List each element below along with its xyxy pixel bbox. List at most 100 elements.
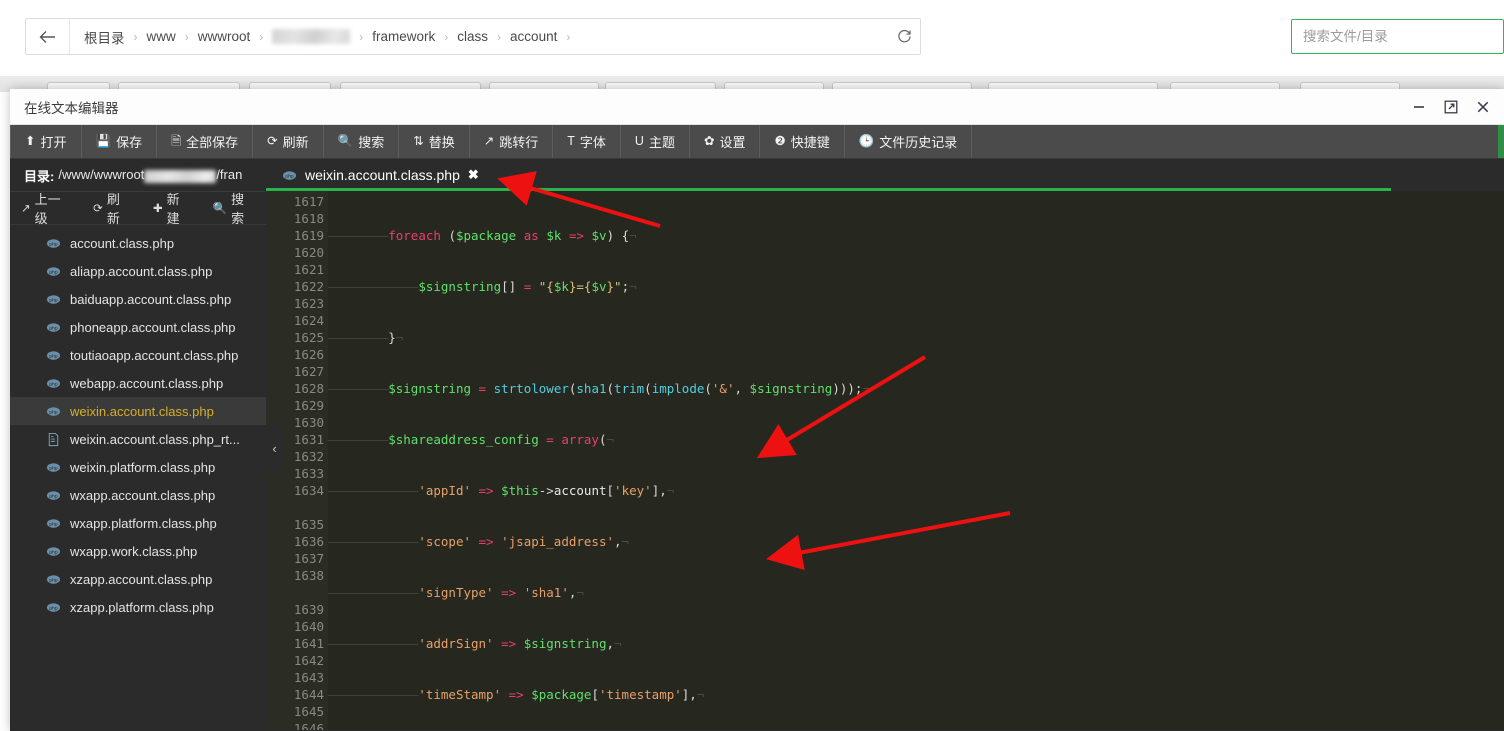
list-item[interactable]: php account.class.php	[10, 229, 266, 257]
toolbar-save-all-label: 全部保存	[186, 135, 239, 150]
file-name: baiduapp.account.class.php	[70, 291, 232, 307]
sidebar-new-button[interactable]: ✚ 新建	[142, 189, 202, 227]
toolbar-replace-label: 替换	[428, 135, 455, 150]
editor-tab-label: weixin.account.class.php	[305, 167, 460, 183]
chevron-left-icon[interactable]: ‹	[266, 424, 283, 472]
breadcrumb-item-wwwroot[interactable]: wwwroot	[196, 29, 253, 44]
file-list: php account.class.php php aliapp.account…	[10, 225, 266, 621]
list-item[interactable]: php webapp.account.class.php	[10, 369, 266, 397]
minimize-icon[interactable]	[1404, 92, 1434, 122]
toolbar-shortcuts-label: 快捷键	[790, 135, 830, 150]
toolbar-open-button[interactable]: ⬆ 打开	[10, 125, 82, 158]
code-area[interactable]: ‹ 1617 1618 1619 1620 1621 1622 1623 162…	[266, 191, 1504, 730]
search-input[interactable]	[1291, 19, 1504, 54]
help-icon: ❷	[774, 134, 786, 149]
breadcrumb-separator: ›	[184, 29, 189, 44]
expand-icon[interactable]	[1436, 92, 1466, 122]
editor-tab[interactable]: php weixin.account.class.php ✖	[266, 159, 493, 191]
line-number: 1642	[293, 653, 324, 668]
refresh-icon[interactable]	[889, 18, 921, 55]
breadcrumb-item-framework[interactable]: framework	[370, 29, 437, 44]
svg-text:php: php	[49, 577, 58, 583]
list-item[interactable]: php wxapp.account.class.php	[10, 481, 266, 509]
breadcrumb-item-root[interactable]: 根目录	[82, 27, 127, 47]
list-item[interactable]: php wxapp.work.class.php	[10, 537, 266, 565]
toolbar-theme-label: 主题	[648, 135, 675, 150]
breadcrumb-items: 根目录 › www › wwwroot › › framework › clas…	[70, 27, 577, 47]
gear-icon: ✿	[703, 134, 715, 149]
toolbar-replace-button[interactable]: ⇅ 替换	[399, 125, 470, 158]
breadcrumb-item-www[interactable]: www	[145, 29, 178, 44]
window-titlebar: 在线文本编辑器	[10, 89, 1504, 125]
line-number: 1634	[293, 483, 324, 498]
close-icon[interactable]: ✖	[468, 167, 479, 183]
line-number: 1624	[293, 313, 324, 328]
toolbar-settings-button[interactable]: ✿ 设置	[690, 125, 761, 158]
file-name: weixin.platform.class.php	[70, 459, 216, 475]
code-line: ————————$signstring = strtolower(sha1(tr…	[328, 381, 870, 396]
search-icon: 🔍	[212, 203, 228, 215]
toolbar-file-history-button[interactable]: 🕒 文件历史记录	[845, 125, 973, 158]
goto-line-icon: ↗	[483, 134, 495, 149]
editor-body: 目录: /www/wwwroot/fran ↗ 上一级 ⟳ 刷新 ✚ 新建 🔍	[10, 159, 1504, 730]
window-controls	[1404, 89, 1498, 125]
list-item[interactable]: php phoneapp.account.class.php	[10, 313, 266, 341]
file-name: wxapp.work.class.php	[70, 543, 198, 559]
directory-path-prefix: /www/wwwroot	[58, 167, 145, 183]
list-item[interactable]: php toutiaoapp.account.class.php	[10, 341, 266, 369]
sidebar-up-button[interactable]: ↗ 上一级	[10, 189, 82, 227]
php-icon: php	[46, 264, 61, 279]
svg-text:php: php	[49, 325, 58, 331]
toolbar-shortcuts-button[interactable]: ❷ 快捷键	[760, 125, 845, 158]
file-browser-sidebar: 目录: /www/wwwroot/fran ↗ 上一级 ⟳ 刷新 ✚ 新建 🔍	[10, 159, 266, 730]
code-line: ————————$shareaddress_config = array(¬	[328, 432, 615, 447]
breadcrumb-item-class[interactable]: class	[455, 29, 490, 44]
file-icon	[46, 432, 61, 447]
line-number: 1635	[293, 517, 324, 532]
refresh-icon: ⟳	[267, 134, 278, 149]
list-item[interactable]: php aliapp.account.class.php	[10, 257, 266, 285]
list-item[interactable]: php weixin.platform.class.php	[10, 453, 266, 481]
php-icon: php	[46, 544, 61, 559]
replace-icon: ⇅	[413, 134, 424, 149]
breadcrumb-item-redacted[interactable]	[270, 29, 352, 45]
list-item[interactable]: php wxapp.platform.class.php	[10, 509, 266, 537]
svg-text:php: php	[49, 605, 58, 611]
toolbar-goto-line-label: 跳转行	[499, 135, 539, 150]
toolbar-search-button[interactable]: 🔍 搜索	[324, 125, 400, 158]
svg-text:php: php	[49, 353, 58, 359]
breadcrumb-item-account[interactable]: account	[508, 29, 559, 44]
toolbar-refresh-button[interactable]: ⟳ 刷新	[253, 125, 324, 158]
list-item[interactable]: weixin.account.class.php_rt...	[10, 425, 266, 453]
sidebar-search-button[interactable]: 🔍 搜索	[202, 189, 266, 227]
svg-text:php: php	[49, 381, 58, 387]
code-pane: php weixin.account.class.php ✖ ‹ 1617 16…	[266, 159, 1504, 730]
back-arrow-icon[interactable]	[26, 19, 70, 54]
editor-toolbar: ⬆ 打开 💾 保存 🗎 全部保存 ⟳ 刷新 🔍 搜索 ⇅ 替换 ↗ 跳转行 T	[10, 125, 1504, 159]
list-item[interactable]: php xzapp.platform.class.php	[10, 593, 266, 621]
php-icon: php	[46, 600, 61, 615]
breadcrumb-separator: ›	[133, 29, 138, 44]
line-number: 1620	[293, 245, 324, 260]
toolbar-save-all-button[interactable]: 🗎 全部保存	[157, 125, 254, 158]
upload-icon: ⬆	[25, 134, 36, 149]
toolbar-save-button[interactable]: 💾 保存	[82, 125, 158, 158]
file-name: wxapp.account.class.php	[70, 487, 216, 503]
svg-text:php: php	[49, 409, 58, 415]
list-item-selected[interactable]: php weixin.account.class.php	[10, 397, 266, 425]
php-icon: php	[46, 348, 61, 363]
php-icon: php	[46, 376, 61, 391]
list-item[interactable]: php xzapp.account.class.php	[10, 565, 266, 593]
code-text[interactable]: ————————foreach ($package as $k => $v) {…	[328, 191, 1504, 730]
toolbar-theme-button[interactable]: U 主题	[621, 125, 690, 158]
code-line: ————————————$signstring[] = "{$k}={$v}";…	[328, 279, 637, 294]
close-icon[interactable]	[1468, 92, 1498, 122]
sidebar-refresh-button[interactable]: ⟳ 刷新	[82, 189, 142, 227]
toolbar-goto-line-button[interactable]: ↗ 跳转行	[470, 125, 554, 158]
list-item[interactable]: php baiduapp.account.class.php	[10, 285, 266, 313]
line-number: 1623	[293, 296, 324, 311]
editor-tabbar: php weixin.account.class.php ✖	[266, 159, 1504, 191]
svg-text:php: php	[49, 269, 58, 275]
file-name: toutiaoapp.account.class.php	[70, 347, 239, 363]
toolbar-font-button[interactable]: T 字体	[553, 125, 621, 158]
